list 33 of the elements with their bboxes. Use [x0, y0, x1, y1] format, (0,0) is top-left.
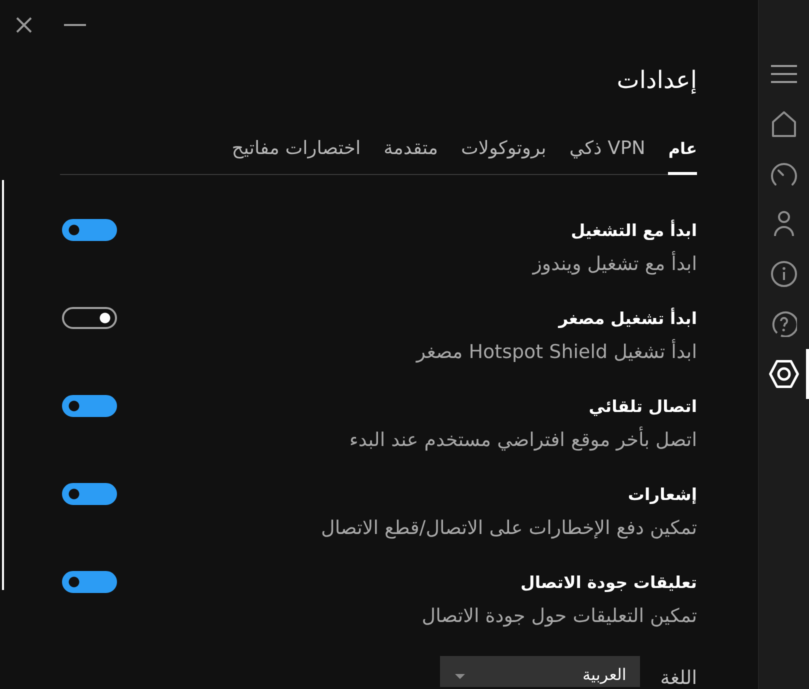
setting-description: ابدأ تشغيل Hotspot Shield مصغر: [416, 340, 697, 364]
toggle-switch[interactable]: [62, 571, 117, 593]
setting-description: تمكين التعليقات حول جودة الاتصال: [422, 604, 697, 628]
tab[interactable]: عام: [668, 136, 697, 175]
setting-title: تعليقات جودة الاتصال: [520, 572, 697, 594]
setting-title: إشعارات: [628, 484, 697, 506]
setting-description: ابدأ مع تشغيل ويندوز: [532, 252, 697, 276]
tab[interactable]: اختصارات مفاتيح: [232, 136, 361, 175]
language-label: اللغة: [660, 666, 697, 689]
tab[interactable]: متقدمة: [384, 136, 438, 175]
tab[interactable]: بروتوكولات: [460, 136, 546, 175]
toggle-switch[interactable]: [62, 219, 117, 241]
caret-icon: [455, 674, 466, 679]
setting-title: ابدأ تشغيل مصغر: [558, 307, 697, 330]
setting-description: تمكين دفع الإخطارات على الاتصال/قطع الاتصال: [321, 516, 697, 540]
info-icon: [771, 261, 797, 287]
page-title: إعدادات: [616, 65, 697, 96]
setting-title: اتصال تلقائي: [588, 396, 697, 418]
setting-description: اتصل بأخر موقع افتراضي مستخدم عند البدء: [349, 428, 697, 452]
toggle-switch[interactable]: [62, 307, 117, 329]
person-icon: [774, 211, 794, 237]
setting-title: ابدأ مع التشغيل: [570, 219, 697, 242]
help-icon: [771, 311, 797, 337]
close-icon[interactable]: [16, 17, 32, 33]
menu-icon[interactable]: [771, 65, 797, 83]
gauge-icon: [769, 162, 799, 186]
tab[interactable]: VPN ذكي: [569, 136, 646, 175]
settings-icon: [769, 360, 799, 388]
toggle-switch[interactable]: [62, 395, 117, 417]
home-icon: [772, 111, 796, 137]
toggle-switch[interactable]: [62, 483, 117, 505]
language-dropdown[interactable]: العربية: [440, 656, 640, 687]
scrollbar-thumb[interactable]: [2, 180, 4, 590]
